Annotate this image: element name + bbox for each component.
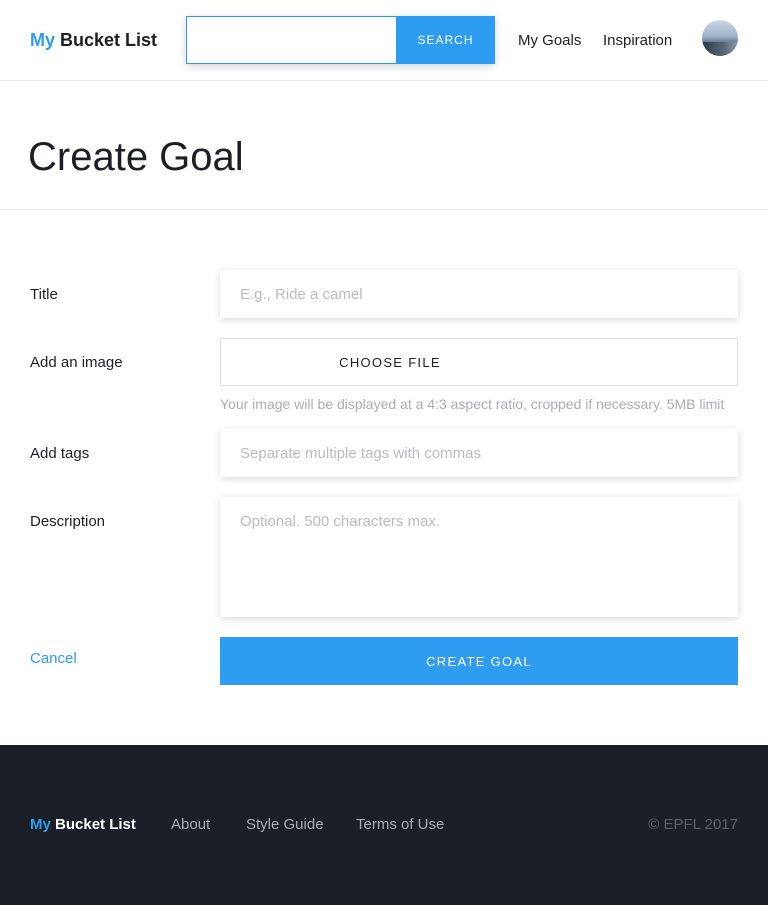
- description-label: Description: [30, 513, 106, 530]
- description-textarea[interactable]: [220, 497, 738, 617]
- copyright: © EPFL 2017: [648, 816, 738, 833]
- logo-text: Bucket List: [60, 30, 158, 50]
- nav-inspiration[interactable]: Inspiration: [603, 32, 672, 50]
- nav-my-goals[interactable]: My Goals: [518, 32, 581, 50]
- footer: My Bucket List About Style Guide Terms o…: [0, 745, 768, 905]
- footer-logo-accent: My: [30, 816, 51, 833]
- page-header: Create Goal: [0, 81, 768, 210]
- tags-input[interactable]: [220, 429, 738, 477]
- footer-link-style-guide[interactable]: Style Guide: [246, 816, 324, 834]
- footer-logo[interactable]: My Bucket List: [30, 816, 136, 834]
- top-navbar: My Bucket List SEARCH My Goals Inspirati…: [0, 0, 768, 81]
- search-bar: SEARCH: [186, 16, 495, 64]
- title-input[interactable]: [220, 270, 738, 318]
- footer-link-terms[interactable]: Terms of Use: [356, 816, 444, 834]
- user-avatar[interactable]: [702, 20, 738, 56]
- cancel-link[interactable]: Cancel: [30, 650, 77, 668]
- image-label: Add an image: [30, 354, 123, 371]
- title-label: Title: [30, 286, 58, 303]
- avatar-photo: [702, 42, 738, 56]
- logo-accent: My: [30, 30, 56, 50]
- search-button[interactable]: SEARCH: [396, 16, 495, 64]
- footer-logo-text: Bucket List: [55, 816, 136, 833]
- search-input[interactable]: [186, 16, 396, 64]
- image-helper-text: Your image will be displayed at a 4:3 as…: [220, 396, 725, 412]
- page-title: Create Goal: [28, 135, 244, 179]
- create-goal-button[interactable]: CREATE GOAL: [220, 637, 738, 685]
- brand-logo[interactable]: My Bucket List: [30, 30, 157, 50]
- tags-label: Add tags: [30, 445, 90, 462]
- choose-file-button[interactable]: CHOOSE FILE: [220, 338, 738, 386]
- footer-link-about[interactable]: About: [171, 816, 210, 834]
